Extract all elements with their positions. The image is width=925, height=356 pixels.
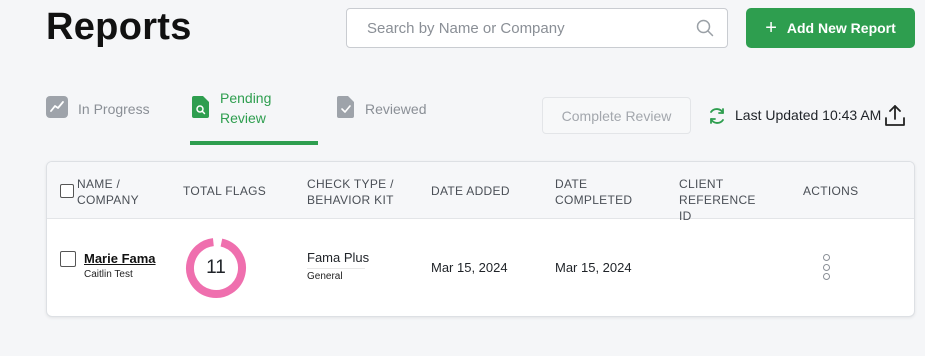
last-updated-text: Last Updated 10:43 AM (735, 107, 882, 123)
tab-in-progress[interactable]: In Progress (46, 96, 150, 121)
select-all-checkbox[interactable] (60, 184, 74, 198)
tab-in-progress-label: In Progress (78, 100, 150, 117)
behavior-kit-name: General (307, 268, 365, 282)
report-name-link[interactable]: Marie Fama (84, 251, 156, 266)
date-completed-cell: Mar 15, 2024 (555, 260, 632, 275)
name-company-cell: Marie Fama Caitlin Test (84, 251, 156, 280)
check-type-name: Fama Plus (307, 250, 370, 265)
more-vertical-icon[interactable] (819, 254, 833, 280)
column-header-check-type: CHECK TYPE / BEHAVIOR KIT (307, 177, 394, 207)
column-header-date-added: DATE ADDED (431, 184, 510, 198)
column-header-name: NAME / COMPANY (77, 177, 139, 207)
active-tab-indicator (190, 141, 318, 145)
document-search-icon (192, 95, 210, 121)
row-checkbox[interactable] (60, 251, 76, 267)
company-name: Caitlin Test (84, 269, 133, 280)
search-icon[interactable] (695, 18, 715, 38)
column-header-actions: ACTIONS (803, 184, 859, 198)
reports-table: NAME / COMPANY TOTAL FLAGS CHECK TYPE / … (46, 161, 915, 317)
total-flags-count: 11 (206, 257, 226, 278)
document-check-icon (337, 96, 355, 121)
column-header-date-completed: DATE COMPLETED (555, 177, 633, 207)
refresh-icon[interactable] (707, 106, 727, 126)
upload-icon[interactable] (884, 104, 906, 128)
search-input[interactable] (367, 19, 695, 37)
tab-reviewed-label: Reviewed (365, 100, 427, 117)
chart-icon (46, 96, 68, 121)
plus-icon: + (765, 17, 777, 39)
tab-pending-review-label: Pending Review (220, 90, 272, 126)
search-field[interactable] (346, 8, 728, 48)
add-new-report-button[interactable]: + Add New Report (746, 8, 915, 48)
column-header-client-reference-id: CLIENT REFERENCE ID (679, 177, 756, 223)
tab-reviewed[interactable]: Reviewed (337, 96, 426, 121)
date-added-cell: Mar 15, 2024 (431, 260, 508, 275)
complete-review-button[interactable]: Complete Review (542, 97, 691, 134)
table-header: NAME / COMPANY TOTAL FLAGS CHECK TYPE / … (47, 162, 914, 223)
add-new-report-label: Add New Report (786, 20, 896, 36)
column-header-total-flags: TOTAL FLAGS (183, 184, 267, 198)
tab-pending-review[interactable]: Pending Review (192, 88, 280, 128)
check-type-cell: Fama Plus General (307, 250, 369, 282)
page-title: Reports (46, 6, 192, 48)
